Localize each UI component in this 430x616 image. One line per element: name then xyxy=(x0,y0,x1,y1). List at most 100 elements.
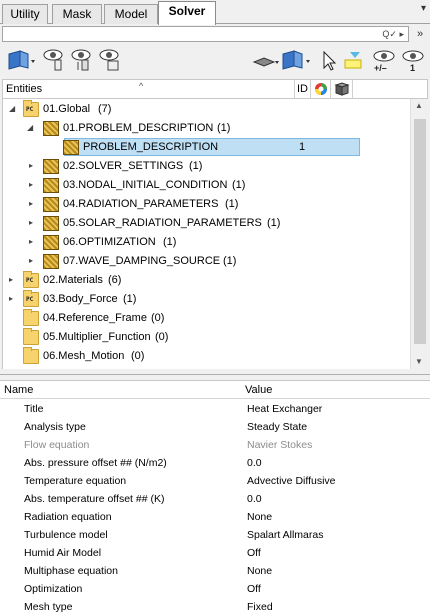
config-label: +/– xyxy=(374,63,387,73)
property-value[interactable]: Advective Diffusive xyxy=(247,475,336,487)
scrollbar-thumb[interactable] xyxy=(414,119,426,344)
entity-tree: ◢ PC 01.Global (7) ◢ 01.PROBLEM_DESCRIPT… xyxy=(2,99,410,369)
property-value[interactable]: Off xyxy=(247,583,261,595)
tree-item-count: (0) xyxy=(131,350,145,362)
property-row-title[interactable]: Title Heat Exchanger xyxy=(0,401,430,419)
expand-arrow-icon[interactable]: ▸ xyxy=(29,237,38,247)
collapse-icon[interactable]: » xyxy=(413,26,427,42)
tree-item-count: (1) xyxy=(163,236,177,248)
tree-item-count: (1) xyxy=(123,293,137,305)
tab-utility[interactable]: Utility xyxy=(2,4,48,24)
show-hide-icon[interactable] xyxy=(40,48,66,72)
property-value[interactable]: Off xyxy=(247,547,261,559)
tree-row-multiplier-function[interactable]: 05.Multiplier_Function (0) xyxy=(3,328,410,347)
value-column-header[interactable]: Value xyxy=(245,384,272,396)
tree-item-label: 04.RADIATION_PARAMETERS xyxy=(63,198,219,210)
panel-splitter[interactable] xyxy=(0,374,430,378)
property-row-abs-temperature-offset[interactable]: Abs. temperature offset ## (K) 0.0 xyxy=(0,491,430,509)
tree-row-materials[interactable]: ▸ PC 02.Materials (6) xyxy=(3,271,410,290)
collector-icon xyxy=(43,159,59,174)
entities-header-label: Entities xyxy=(6,83,43,95)
count-label: 1 xyxy=(410,63,416,73)
expand-arrow-icon[interactable]: ▸ xyxy=(29,199,38,209)
isolate-icon[interactable] xyxy=(68,48,94,72)
expand-arrow-icon[interactable]: ▸ xyxy=(9,275,18,285)
tab-menu-icon[interactable]: ▾ xyxy=(421,3,426,14)
scroll-down-icon[interactable]: ▼ xyxy=(415,357,423,366)
property-value[interactable]: 0.0 xyxy=(247,457,262,469)
tree-item-count: (1) xyxy=(232,179,246,191)
property-value[interactable]: Heat Exchanger xyxy=(247,403,322,415)
collector-icon xyxy=(43,197,59,212)
tree-row-wave-damping-source[interactable]: ▸ 07.WAVE_DAMPING_SOURCE (1) xyxy=(3,252,410,271)
cursor-icon[interactable] xyxy=(318,48,338,72)
display-column-icon[interactable] xyxy=(331,80,353,98)
expand-arrow-icon[interactable]: ▸ xyxy=(29,161,38,171)
tree-row-nodal-initial-condition[interactable]: ▸ 03.NODAL_INITIAL_CONDITION (1) xyxy=(3,176,410,195)
tree-row-optimization[interactable]: ▸ 06.OPTIMIZATION (1) xyxy=(3,233,410,252)
layer-icon[interactable] xyxy=(252,48,280,72)
property-value[interactable]: None xyxy=(247,511,272,523)
tree-row-problem-description-folder[interactable]: ◢ 01.PROBLEM_DESCRIPTION (1) xyxy=(3,119,410,138)
property-row-radiation-equation[interactable]: Radiation equation None xyxy=(0,509,430,527)
search-input[interactable]: Q✓ ▸ xyxy=(2,26,409,42)
tree-row-body-force[interactable]: ▸ PC 03.Body_Force (1) xyxy=(3,290,410,309)
expand-arrow-icon[interactable]: ▸ xyxy=(29,218,38,228)
tree-item-label: 05.SOLAR_RADIATION_PARAMETERS xyxy=(63,217,262,229)
name-column-header[interactable]: Name xyxy=(4,384,33,396)
tab-mask[interactable]: Mask xyxy=(52,4,102,24)
entity-type-icon[interactable] xyxy=(280,48,314,72)
tree-row-mesh-motion[interactable]: 06.Mesh_Motion (0) xyxy=(3,347,410,366)
collapse-arrow-icon[interactable]: ◢ xyxy=(9,104,18,114)
tree-row-global[interactable]: ◢ PC 01.Global (7) xyxy=(3,100,410,119)
property-value[interactable]: 0.0 xyxy=(247,493,262,505)
expand-arrow-icon[interactable]: ▸ xyxy=(29,256,38,266)
tree-item-count: (1) xyxy=(225,198,239,210)
tree-item-label: 01.Global xyxy=(43,103,91,115)
property-name: Flow equation xyxy=(24,439,90,451)
property-value[interactable]: Steady State xyxy=(247,421,307,433)
property-row-temperature-equation[interactable]: Temperature equation Advective Diffusive xyxy=(0,473,430,491)
property-row-analysis-type[interactable]: Analysis type Steady State xyxy=(0,419,430,437)
expand-arrow-icon[interactable]: ▸ xyxy=(29,180,38,190)
id-column-header[interactable]: ID xyxy=(295,80,311,98)
tree-item-label: 03.NODAL_INITIAL_CONDITION xyxy=(63,179,228,191)
property-row-multiphase-equation[interactable]: Multiphase equation None xyxy=(0,563,430,581)
property-name: Mesh type xyxy=(24,601,73,613)
entities-header: Entities ^ ID xyxy=(2,79,428,99)
property-name: Optimization xyxy=(24,583,83,595)
property-value[interactable]: Spalart Allmaras xyxy=(247,529,323,541)
property-row-humid-air-model[interactable]: Humid Air Model Off xyxy=(0,545,430,563)
tree-item-label: 02.SOLVER_SETTINGS xyxy=(63,160,184,172)
collector-icon xyxy=(43,235,59,250)
tree-row-solver-settings[interactable]: ▸ 02.SOLVER_SETTINGS (1) xyxy=(3,157,410,176)
property-name: Turbulence model xyxy=(24,529,108,541)
color-column-icon[interactable] xyxy=(311,80,331,98)
search-options-icon[interactable]: Q✓ ▸ xyxy=(382,27,404,41)
scroll-up-icon[interactable]: ▲ xyxy=(415,101,423,110)
tree-row-radiation-parameters[interactable]: ▸ 04.RADIATION_PARAMETERS (1) xyxy=(3,195,410,214)
show-config-icon[interactable]: +/– xyxy=(370,48,398,73)
tab-solver[interactable]: Solver xyxy=(158,1,216,25)
property-row-abs-pressure-offset[interactable]: Abs. pressure offset ## (N/m2) 0.0 xyxy=(0,455,430,473)
highlight-icon[interactable] xyxy=(342,48,368,72)
property-row-mesh-type[interactable]: Mesh type Fixed xyxy=(0,599,430,616)
expand-arrow-icon[interactable]: ▸ xyxy=(9,294,18,304)
tree-row-solar-radiation-parameters[interactable]: ▸ 05.SOLAR_RADIATION_PARAMETERS (1) xyxy=(3,214,410,233)
collector-icon xyxy=(43,254,59,269)
folder-icon: PC xyxy=(23,290,39,307)
property-value[interactable]: Fixed xyxy=(247,601,273,613)
tab-model[interactable]: Model xyxy=(104,4,158,24)
collapse-arrow-icon[interactable]: ◢ xyxy=(27,123,36,133)
property-row-turbulence-model[interactable]: Turbulence model Spalart Allmaras xyxy=(0,527,430,545)
property-name: Radiation equation xyxy=(24,511,112,523)
tree-row-problem-description[interactable]: PROBLEM_DESCRIPTION 1 xyxy=(3,138,410,157)
entities-column-header[interactable]: Entities ^ xyxy=(3,80,295,98)
entity-view-icon[interactable] xyxy=(6,48,35,72)
property-value[interactable]: None xyxy=(247,565,272,577)
tree-scrollbar[interactable]: ▲ ▼ xyxy=(410,99,428,369)
show-one-icon[interactable]: 1 xyxy=(400,48,428,73)
tree-row-reference-frame[interactable]: 04.Reference_Frame (0) xyxy=(3,309,410,328)
property-row-optimization[interactable]: Optimization Off xyxy=(0,581,430,599)
show-all-icon[interactable] xyxy=(96,48,122,72)
